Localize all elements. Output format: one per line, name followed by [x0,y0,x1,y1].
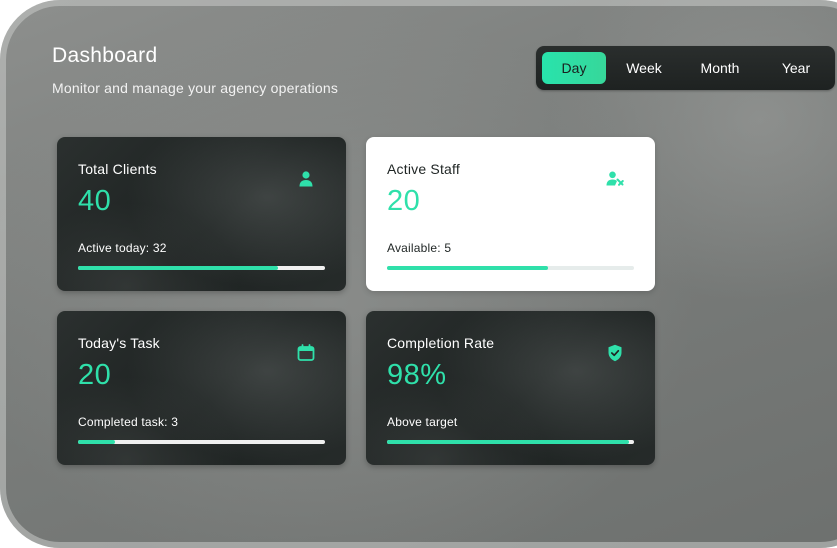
active-staff-card[interactable]: Active Staff 20 Available: 5 [366,137,655,291]
progress-track [78,266,325,270]
card-subtext: Above target [387,415,458,429]
completion-rate-card[interactable]: Completion Rate 98% Above target [366,311,655,465]
total-clients-card[interactable]: Total Clients 40 Active today: 32 [57,137,346,291]
user-icon [296,169,316,189]
card-value: 40 [78,185,112,217]
card-label: Completion Rate [387,335,495,351]
todays-task-card[interactable]: Today's Task 20 Completed task: 3 [57,311,346,465]
page-subtitle: Monitor and manage your agency operation… [52,80,339,96]
card-label: Active Staff [387,161,460,177]
progress-track [387,266,634,270]
progress-track [78,440,325,444]
card-subtext: Active today: 32 [78,241,167,255]
card-value: 20 [78,359,112,391]
card-subtext: Completed task: 3 [78,415,179,429]
card-subtext: Available: 5 [387,241,452,255]
progress-fill [387,266,548,270]
calendar-icon [296,343,316,363]
progress-track [387,440,634,444]
range-day-button[interactable]: Day [542,52,606,84]
staff-icon [605,169,625,189]
card-value: 20 [387,185,421,217]
card-value: 98% [387,359,447,391]
progress-fill [78,266,279,270]
dashboard-frame: Dashboard Monitor and manage your agency… [0,0,837,548]
range-month-button[interactable]: Month [682,52,758,84]
range-year-button[interactable]: Year [764,52,828,84]
time-range-selector: Day Week Month Year [536,46,835,90]
progress-fill [78,440,116,444]
card-label: Today's Task [78,335,160,351]
shield-check-icon [605,343,625,363]
progress-fill [387,440,630,444]
range-week-button[interactable]: Week [612,52,676,84]
page-title: Dashboard [52,44,158,67]
card-label: Total Clients [78,161,157,177]
